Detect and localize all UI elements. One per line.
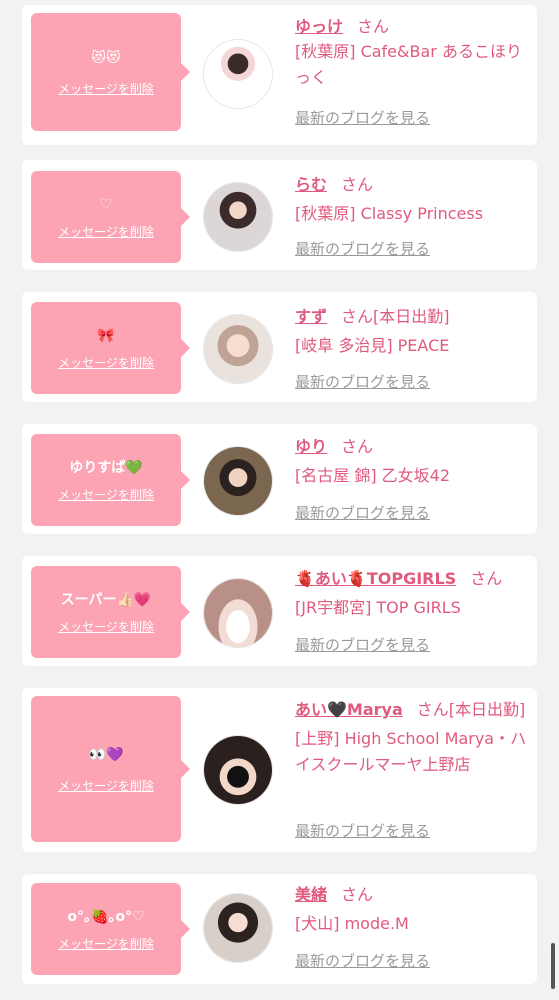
avatar[interactable]: [203, 578, 273, 648]
cast-name-link[interactable]: ゆり: [295, 437, 327, 456]
message-bubble: ♡ メッセージを削除: [31, 171, 190, 263]
honorific: さん: [470, 569, 503, 588]
message-bubble: o°｡🍓｡o°♡ メッセージを削除: [31, 883, 190, 975]
message-card: ゆりすぱ💚 メッセージを削除 ゆり さん [名古屋 錦] 乙女坂42 最新のブログ…: [22, 424, 537, 534]
delete-message-link[interactable]: メッセージを削除: [58, 618, 154, 635]
latest-blog-link[interactable]: 最新のブログを見る: [295, 950, 430, 971]
avatar[interactable]: [203, 893, 273, 963]
cast-info: 美緒 さん [犬山] mode.M: [295, 882, 529, 937]
message-card: スーパー👍🏻💗 メッセージを削除 🫀あい🫀TOPGIRLS さん [JR宇都宮] …: [22, 556, 537, 666]
cast-name-link[interactable]: すず: [295, 307, 327, 326]
cast-name-link[interactable]: 🫀あい🫀TOPGIRLS: [295, 569, 456, 588]
cast-info: らむ さん [秋葉原] Classy Princess: [295, 172, 529, 227]
delete-message-link[interactable]: メッセージを削除: [58, 223, 154, 240]
avatar[interactable]: [203, 446, 273, 516]
avatar[interactable]: [203, 735, 273, 805]
message-card: 👀💜 メッセージを削除 あい🖤Marya さん[本日出勤] [上野] High S…: [22, 688, 537, 852]
message-text: 😻😻: [91, 49, 121, 66]
delete-message-link[interactable]: メッセージを削除: [58, 486, 154, 503]
message-text: o°｡🍓｡o°♡: [67, 908, 145, 925]
latest-blog-link[interactable]: 最新のブログを見る: [295, 107, 430, 128]
message-text: 🎀: [97, 327, 115, 344]
scrollbar[interactable]: [551, 943, 555, 989]
cast-info: ゆり さん [名古屋 錦] 乙女坂42: [295, 434, 529, 489]
cast-info: あい🖤Marya さん[本日出勤] [上野] High School Marya・…: [295, 697, 529, 778]
message-card: 🎀 メッセージを削除 すず さん[本日出勤] [岐阜 多治見] PEACE 最新の…: [22, 292, 537, 402]
message-card: ♡ メッセージを削除 らむ さん [秋葉原] Classy Princess 最新…: [22, 160, 537, 270]
shop-name: [上野] High School Marya・ハイスクールマーヤ上野店: [295, 729, 527, 774]
cast-info: すず さん[本日出勤] [岐阜 多治見] PEACE: [295, 304, 529, 359]
avatar[interactable]: [203, 314, 273, 384]
message-bubble: 👀💜 メッセージを削除: [31, 696, 190, 842]
latest-blog-link[interactable]: 最新のブログを見る: [295, 502, 430, 523]
delete-message-link[interactable]: メッセージを削除: [58, 935, 154, 952]
latest-blog-link[interactable]: 最新のブログを見る: [295, 238, 430, 259]
shop-name: [名古屋 錦] 乙女坂42: [295, 466, 451, 485]
delete-message-link[interactable]: メッセージを削除: [58, 354, 154, 371]
cast-name-link[interactable]: あい🖤Marya: [295, 700, 403, 719]
cast-name-link[interactable]: らむ: [295, 175, 327, 194]
message-text: ゆりすぱ💚: [69, 459, 143, 476]
message-card: o°｡🍓｡o°♡ メッセージを削除 美緒 さん [犬山] mode.M 最新のブロ…: [22, 874, 537, 984]
avatar[interactable]: [203, 182, 273, 252]
honorific: さん: [416, 700, 449, 719]
shop-name: [犬山] mode.M: [295, 914, 409, 933]
message-bubble: 😻😻 メッセージを削除: [31, 13, 190, 131]
honorific: さん: [341, 885, 374, 904]
avatar[interactable]: [203, 39, 273, 109]
message-text: ♡: [99, 196, 113, 213]
message-text: 👀💜: [88, 746, 124, 763]
honorific: さん: [341, 175, 374, 194]
honorific: さん: [341, 307, 374, 326]
latest-blog-link[interactable]: 最新のブログを見る: [295, 634, 430, 655]
message-text: スーパー👍🏻💗: [60, 591, 152, 608]
cast-name-link[interactable]: 美緒: [295, 885, 327, 904]
latest-blog-link[interactable]: 最新のブログを見る: [295, 371, 430, 392]
shop-name: [岐阜 多治見] PEACE: [295, 336, 450, 355]
status-text: [本日出勤]: [448, 700, 526, 719]
shop-name: [秋葉原] Classy Princess: [295, 204, 484, 223]
message-card: 😻😻 メッセージを削除 ゆっけ さん [秋葉原] Cafe&Bar あるこほりっく…: [22, 5, 537, 145]
status-text: [本日出勤]: [373, 307, 450, 326]
message-bubble: ゆりすぱ💚 メッセージを削除: [31, 434, 190, 526]
shop-name: [JR宇都宮] TOP GIRLS: [295, 598, 461, 617]
shop-name: [秋葉原] Cafe&Bar あるこほりっく: [295, 42, 522, 87]
message-bubble: スーパー👍🏻💗 メッセージを削除: [31, 566, 190, 658]
message-bubble: 🎀 メッセージを削除: [31, 302, 190, 394]
honorific: さん: [357, 17, 390, 36]
cast-info: 🫀あい🫀TOPGIRLS さん [JR宇都宮] TOP GIRLS: [295, 566, 529, 621]
delete-message-link[interactable]: メッセージを削除: [58, 777, 154, 794]
latest-blog-link[interactable]: 最新のブログを見る: [295, 820, 430, 841]
cast-name-link[interactable]: ゆっけ: [295, 17, 343, 36]
cast-info: ゆっけ さん [秋葉原] Cafe&Bar あるこほりっく: [295, 14, 529, 91]
delete-message-link[interactable]: メッセージを削除: [58, 80, 154, 97]
honorific: さん: [341, 437, 374, 456]
